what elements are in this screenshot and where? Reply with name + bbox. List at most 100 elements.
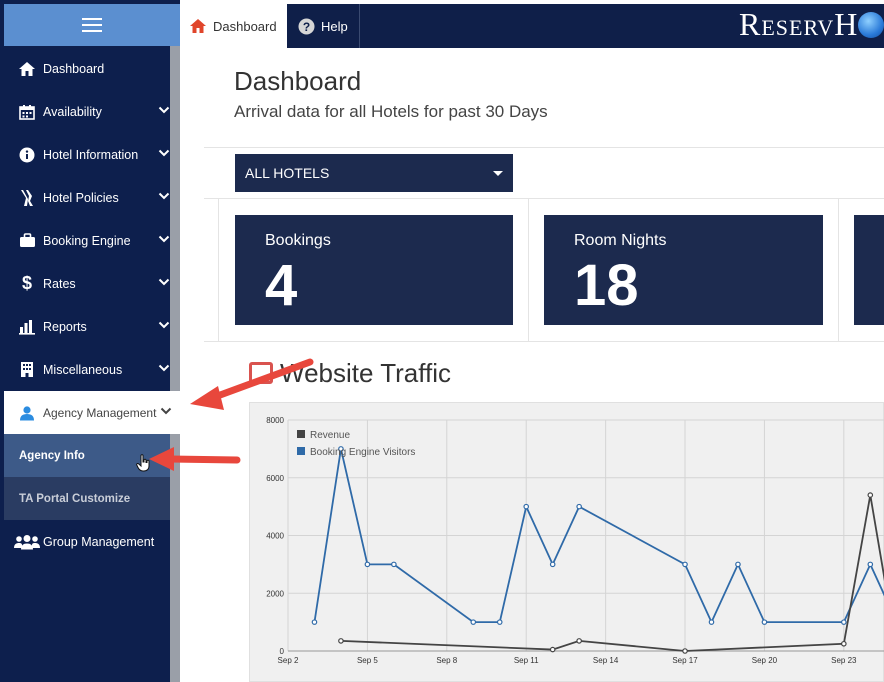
bar-chart-icon: [17, 318, 37, 336]
x-tick-label: Sep 2: [278, 656, 299, 665]
page-title: Dashboard: [234, 66, 362, 96]
building-icon: [17, 361, 37, 379]
home-icon: [17, 60, 37, 78]
user-icon: [17, 404, 37, 422]
svg-text:?: ?: [302, 20, 309, 34]
tab-label: Dashboard: [213, 18, 277, 34]
home-icon: [189, 17, 207, 35]
sidebar-item-label: Booking Engine: [43, 233, 131, 248]
sidebar-subitem-ta-portal-customize[interactable]: TA Portal Customize: [4, 477, 170, 520]
stat-card-bookings: Bookings 4: [235, 215, 513, 325]
x-tick-label: Sep 23: [831, 656, 857, 665]
sidebar-item-rates[interactable]: $ Rates: [4, 262, 170, 305]
x-tick-label: Sep 17: [672, 656, 698, 665]
data-point: [841, 640, 847, 647]
page-subtitle: Arrival data for all Hotels for past 30 …: [234, 102, 548, 121]
chevron-down-icon: [158, 192, 170, 200]
sidebar-item-label: Dashboard: [43, 61, 105, 76]
x-tick-label: Sep 14: [593, 656, 619, 665]
data-point: [576, 503, 582, 510]
sidebar-item-label: Availability: [43, 104, 102, 119]
sidebar-item-hotel-information[interactable]: Hotel Information: [4, 133, 170, 176]
users-icon: [14, 533, 40, 551]
sidebar-item-miscellaneous[interactable]: Miscellaneous: [4, 348, 170, 391]
divider: [204, 198, 884, 199]
stat-value: 4: [265, 253, 298, 318]
divider: [204, 147, 884, 148]
data-point: [841, 619, 847, 625]
top-bar: Dashboard ? Help ReservH: [180, 4, 884, 48]
chevron-down-icon: [158, 278, 170, 286]
hand-cursor-icon: [136, 454, 150, 472]
sidebar-item-dashboard[interactable]: Dashboard: [4, 47, 170, 90]
sidebar-item-group-management[interactable]: Group Management: [4, 520, 170, 563]
sidebar-item-label: Rates: [43, 276, 76, 291]
y-tick-label: 6000: [266, 474, 284, 483]
calendar-icon: [17, 103, 37, 121]
sidebar-item-label: Miscellaneous: [43, 362, 123, 377]
brand-logo-text: ReservH: [739, 6, 859, 42]
sidebar-scrollbar[interactable]: [170, 46, 180, 682]
stat-card-partial: [854, 215, 884, 325]
sidebar-item-label: Hotel Information: [43, 147, 139, 162]
data-point: [311, 619, 318, 625]
divider: [204, 341, 884, 342]
briefcase-icon: [17, 232, 37, 250]
y-tick-label: 2000: [266, 589, 284, 598]
data-point: [549, 561, 556, 568]
chevron-down-icon: [160, 407, 172, 415]
sidebar: Dashboard Availability Hotel Information: [0, 0, 180, 682]
chevron-down-icon: [158, 149, 170, 157]
stat-divider: [218, 198, 219, 341]
series-line: [340, 494, 884, 652]
sidebar-subitem-label: TA Portal Customize: [19, 492, 131, 505]
data-point: [867, 492, 874, 498]
tab-help[interactable]: ? Help: [288, 4, 360, 48]
traffic-chart: 0 2000 4000 6000 8000 Sep 2 Sep 5 Sep 8 Sep 11 Se…: [249, 402, 884, 682]
data-point: [338, 638, 344, 644]
brand-logo: ReservH: [739, 6, 884, 43]
caret-down-icon: [493, 171, 503, 176]
chevron-down-icon: [158, 235, 170, 243]
tab-dashboard[interactable]: Dashboard: [180, 4, 287, 48]
hotel-select[interactable]: ALL HOTELS: [235, 154, 513, 192]
sidebar-item-label: Agency Management: [43, 405, 157, 420]
stat-divider: [528, 198, 529, 341]
sidebar-item-agency-management[interactable]: Agency Management: [4, 391, 180, 434]
sidebar-item-hotel-policies[interactable]: Hotel Policies: [4, 176, 170, 219]
sidebar-item-booking-engine[interactable]: Booking Engine: [4, 219, 170, 262]
data-point: [867, 561, 874, 568]
sidebar-item-availability[interactable]: Availability: [4, 90, 170, 133]
annotation-arrowhead: [190, 386, 224, 410]
hotel-select-value: ALL HOTELS: [245, 165, 330, 181]
traffic-icon: [249, 362, 273, 384]
stat-label: Room Nights: [574, 232, 667, 249]
chevron-down-icon: [158, 321, 170, 329]
sidebar-subitem-agency-info[interactable]: Agency Info: [4, 434, 170, 477]
sidebar-item-reports[interactable]: Reports: [4, 305, 170, 348]
data-point: [708, 619, 715, 625]
legend-swatch: [297, 447, 305, 455]
sidebar-item-label: Reports: [43, 319, 87, 334]
globe-icon: [858, 12, 884, 38]
legend-label: Booking Engine Visitors: [310, 447, 415, 458]
data-point: [391, 561, 397, 568]
stat-value: 18: [574, 253, 639, 318]
section-title: Website Traffic: [280, 358, 451, 388]
stat-card-room-nights: Room Nights 18: [544, 215, 823, 325]
chevron-down-icon: [158, 106, 170, 114]
annotation-arrow: [166, 455, 241, 464]
x-tick-label: Sep 11: [514, 656, 539, 665]
sidebar-item-label: Group Management: [43, 534, 155, 549]
data-point: [470, 619, 477, 625]
stat-divider: [838, 198, 839, 341]
policies-icon: [17, 189, 37, 207]
data-point: [682, 648, 688, 654]
x-tick-label: Sep 5: [357, 656, 378, 665]
data-point: [682, 561, 688, 568]
sidebar-item-label: Hotel Policies: [43, 190, 119, 205]
menu-toggle-button[interactable]: [4, 4, 180, 46]
y-tick-label: 0: [280, 647, 285, 656]
hamburger-icon: [82, 18, 102, 32]
data-point: [576, 638, 582, 644]
